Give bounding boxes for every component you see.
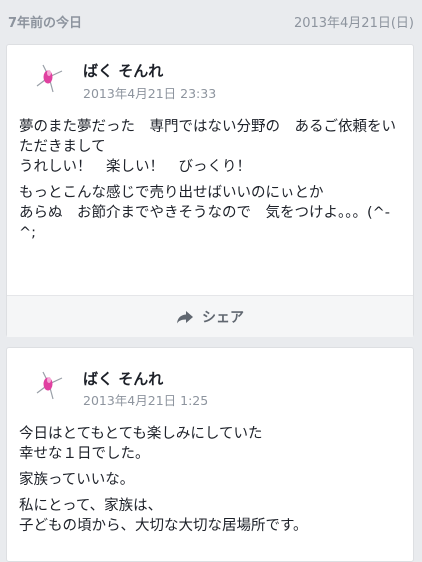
- memory-header: 7年前の今日 2013年4月21日(日): [0, 0, 422, 44]
- post-paragraph: うれしい！ 楽しい！ びっくり！: [19, 159, 251, 175]
- author-name[interactable]: ばく そんれ: [83, 368, 163, 389]
- avatar[interactable]: [29, 59, 69, 99]
- post-paragraph: 家族っていいな。: [19, 472, 135, 488]
- post-paragraph: もっとこんな感じで売り出せばいいのにぃとか: [19, 185, 324, 201]
- avatar[interactable]: [29, 366, 69, 406]
- post-paragraph: 子どもの頃から、大切な大切な居場所です。: [19, 518, 308, 534]
- post-body: 今日はとてもとても楽しみにしていた 幸せな１日でした。 家族っていいな。 私にと…: [19, 424, 401, 542]
- avatar-star-icon: [36, 371, 63, 400]
- share-arrow-icon: [177, 310, 193, 323]
- post-timestamp[interactable]: 2013年4月21日 1:25: [83, 390, 208, 409]
- post-paragraph: 今日はとてもとても楽しみにしていた: [19, 426, 263, 442]
- post-card: ばく そんれ 2013年4月21日 1:25 今日はとてもとても楽しみにしていた…: [6, 347, 414, 562]
- post-paragraph: 私にとって、家族は、: [19, 498, 163, 514]
- post-timestamp[interactable]: 2013年4月21日 23:33: [83, 83, 216, 102]
- memory-label: 7年前の今日: [8, 16, 83, 31]
- post-paragraph: 夢のまた夢だった 専門ではない分野の あるご依頼をいただきまして: [19, 119, 396, 155]
- post-card: ばく そんれ 2013年4月21日 23:33 夢のまた夢だった 専門ではない分…: [6, 44, 414, 337]
- post-paragraph: あらぬ お節介までやきそうなので 気をつけよ。。。(^-^;: [19, 205, 391, 241]
- post-body: 夢のまた夢だった 専門ではない分野の あるご依頼をいただきまして うれしい！ 楽…: [19, 117, 401, 249]
- avatar-star-icon: [36, 64, 63, 93]
- share-label: シェア: [202, 309, 244, 326]
- author-name[interactable]: ばく そんれ: [83, 60, 163, 81]
- post-paragraph: 幸せな１日でした。: [19, 446, 150, 462]
- memory-date: 2013年4月21日(日): [293, 16, 414, 31]
- share-button[interactable]: シェア: [7, 296, 413, 337]
